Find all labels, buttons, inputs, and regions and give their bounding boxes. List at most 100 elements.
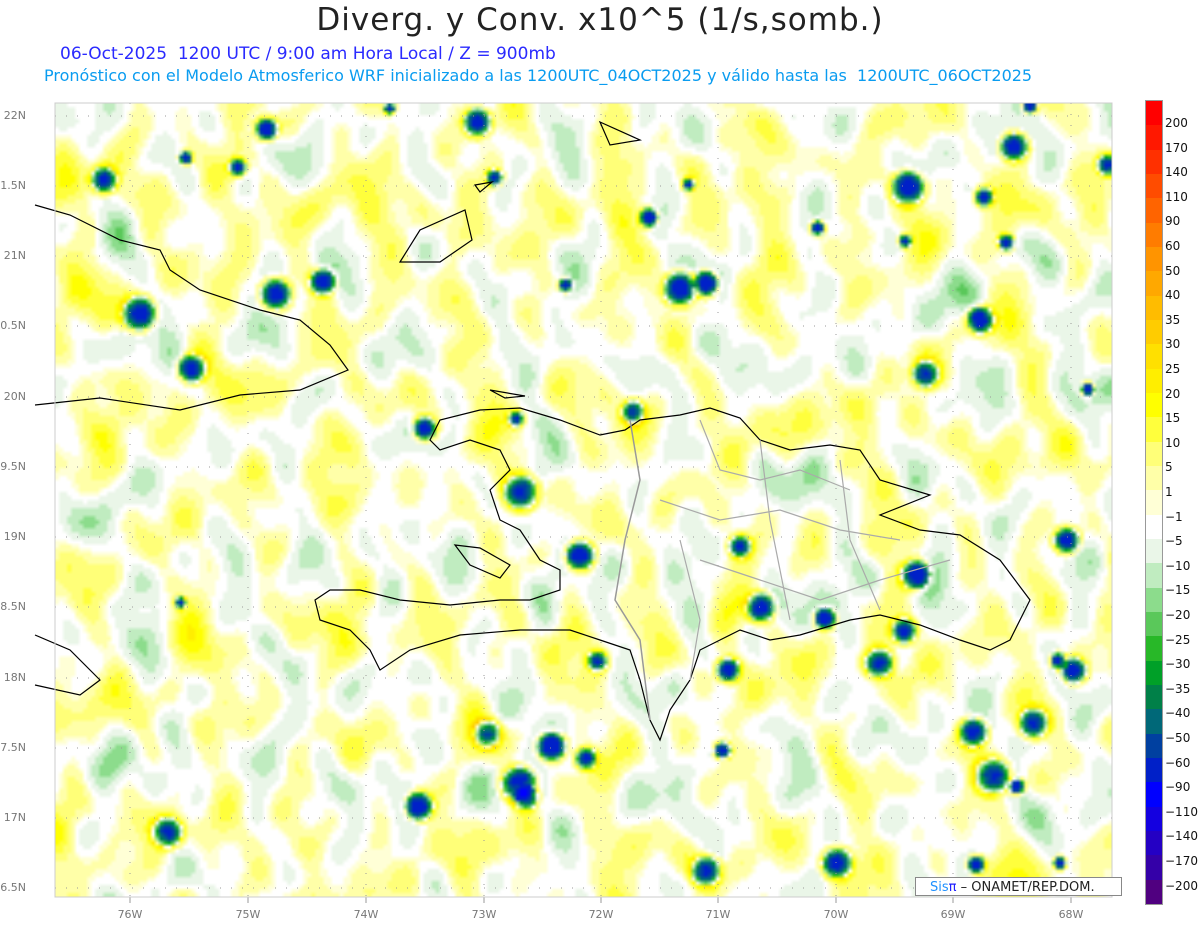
lat-label: 20N bbox=[3, 390, 26, 403]
colorbar-swatch bbox=[1146, 660, 1162, 685]
colorbar-label: −50 bbox=[1165, 731, 1191, 745]
lon-label: 69W bbox=[940, 908, 966, 921]
colorbar-label: 40 bbox=[1165, 288, 1181, 303]
colorbar-label: 5 bbox=[1165, 460, 1173, 475]
colorbar-swatch bbox=[1146, 222, 1162, 247]
colorbar-label: 25 bbox=[1165, 362, 1181, 376]
colorbar-label: −5 bbox=[1165, 534, 1183, 549]
lat-label: 1.5N bbox=[0, 179, 26, 192]
colorbar-swatch bbox=[1146, 295, 1162, 320]
colorbar-label: 20 bbox=[1165, 386, 1181, 401]
colorbar-swatch bbox=[1146, 587, 1162, 612]
colorbar-swatch bbox=[1146, 538, 1162, 564]
map-overlay bbox=[34, 102, 1113, 903]
colorbar-label: −60 bbox=[1165, 755, 1191, 770]
inagua-island bbox=[398, 209, 473, 263]
lon-label: 70W bbox=[823, 908, 849, 921]
colorbar-label: 200 bbox=[1165, 116, 1188, 130]
island bbox=[473, 181, 495, 193]
colorbar-swatch bbox=[1146, 125, 1162, 150]
colorbar-label: −1 bbox=[1165, 509, 1183, 524]
turks-caicos-island bbox=[598, 120, 643, 146]
colorbar-label: 35 bbox=[1165, 312, 1181, 327]
colorbar-label: 60 bbox=[1165, 239, 1181, 253]
lat-label: 6.5N bbox=[0, 881, 26, 894]
colorbar-swatch bbox=[1146, 806, 1162, 831]
credit-text: – ONAMET/REP.DOM. bbox=[956, 880, 1095, 895]
colorbar-swatch bbox=[1146, 465, 1162, 491]
colorbar-label: −35 bbox=[1165, 681, 1191, 696]
colorbar-label: −25 bbox=[1165, 632, 1191, 647]
colorbar-swatch bbox=[1146, 246, 1162, 272]
colorbar-label: 110 bbox=[1165, 189, 1188, 204]
haiti-dr-border bbox=[614, 419, 651, 721]
colorbar-swatch bbox=[1146, 101, 1162, 126]
colorbar-swatch bbox=[1146, 514, 1162, 539]
colorbar-label: 15 bbox=[1165, 411, 1181, 426]
lon-label: 71W bbox=[705, 908, 731, 921]
colorbar bbox=[1145, 100, 1163, 905]
colorbar-label: −140 bbox=[1165, 829, 1198, 844]
lat-label: 8.5N bbox=[0, 600, 26, 613]
lat-label: 0.5N bbox=[0, 319, 26, 332]
colorbar-label: −10 bbox=[1165, 558, 1191, 573]
lon-label: 74W bbox=[353, 908, 379, 921]
sis-logo-text: Sis bbox=[930, 880, 949, 895]
colorbar-swatch bbox=[1146, 782, 1162, 807]
lon-label: 68W bbox=[1058, 908, 1084, 921]
map-frame bbox=[54, 102, 1113, 898]
lon-label: 76W bbox=[117, 908, 143, 921]
colorbar-label: −20 bbox=[1165, 608, 1191, 622]
colorbar-swatch bbox=[1146, 149, 1162, 174]
colorbar-swatch bbox=[1146, 441, 1162, 466]
cuba-coastline bbox=[34, 204, 349, 411]
province-border bbox=[759, 439, 791, 621]
province-border bbox=[699, 559, 951, 601]
colorbar-swatch bbox=[1146, 417, 1162, 442]
colorbar-label: 170 bbox=[1165, 140, 1188, 155]
colorbar-swatch bbox=[1146, 392, 1162, 418]
colorbar-swatch bbox=[1146, 636, 1162, 661]
gonave-island bbox=[453, 544, 511, 579]
province-border bbox=[839, 459, 881, 611]
colorbar-label: −170 bbox=[1165, 854, 1198, 868]
colorbar-label: −110 bbox=[1165, 804, 1198, 819]
hispaniola-coastline bbox=[314, 407, 1031, 742]
colorbar-swatch bbox=[1146, 855, 1162, 880]
province-border bbox=[699, 419, 851, 491]
colorbar-swatch bbox=[1146, 684, 1162, 710]
colorbar-label: −200 bbox=[1165, 878, 1198, 893]
colorbar-swatch bbox=[1146, 611, 1162, 637]
colorbar-label: −40 bbox=[1165, 706, 1191, 721]
colorbar-label: −15 bbox=[1165, 583, 1191, 598]
colorbar-swatch bbox=[1146, 198, 1162, 223]
province-border bbox=[659, 499, 901, 541]
colorbar-label: 1 bbox=[1165, 485, 1173, 499]
lat-label: 7.5N bbox=[0, 741, 26, 754]
colorbar-label: 10 bbox=[1165, 435, 1181, 450]
colorbar-swatch bbox=[1146, 173, 1162, 199]
lat-label: 21N bbox=[3, 249, 26, 262]
credit-box: Sisπ – ONAMET/REP.DOM. bbox=[915, 877, 1122, 896]
jamaica-coastline bbox=[34, 634, 101, 696]
lat-label: 22N bbox=[3, 109, 26, 122]
colorbar-swatch bbox=[1146, 271, 1162, 296]
lat-label: 9.5N bbox=[0, 460, 26, 473]
colorbar-swatch bbox=[1146, 830, 1162, 856]
colorbar-swatch bbox=[1146, 344, 1162, 369]
colorbar-swatch bbox=[1146, 879, 1162, 904]
colorbar-label: 30 bbox=[1165, 337, 1181, 352]
lat-label: 19N bbox=[3, 530, 26, 543]
colorbar-swatch bbox=[1146, 368, 1162, 393]
colorbar-swatch bbox=[1146, 709, 1162, 734]
colorbar-label: 90 bbox=[1165, 214, 1181, 229]
colorbar-swatch bbox=[1146, 319, 1162, 345]
colorbar-label: −30 bbox=[1165, 657, 1191, 672]
lat-label: 17N bbox=[3, 811, 26, 824]
colorbar-label: 140 bbox=[1165, 165, 1188, 180]
lon-label: 75W bbox=[235, 908, 261, 921]
lat-label: 18N bbox=[3, 671, 26, 684]
colorbar-swatch bbox=[1146, 563, 1162, 588]
colorbar-swatch bbox=[1146, 490, 1162, 515]
lon-label: 72W bbox=[588, 908, 614, 921]
